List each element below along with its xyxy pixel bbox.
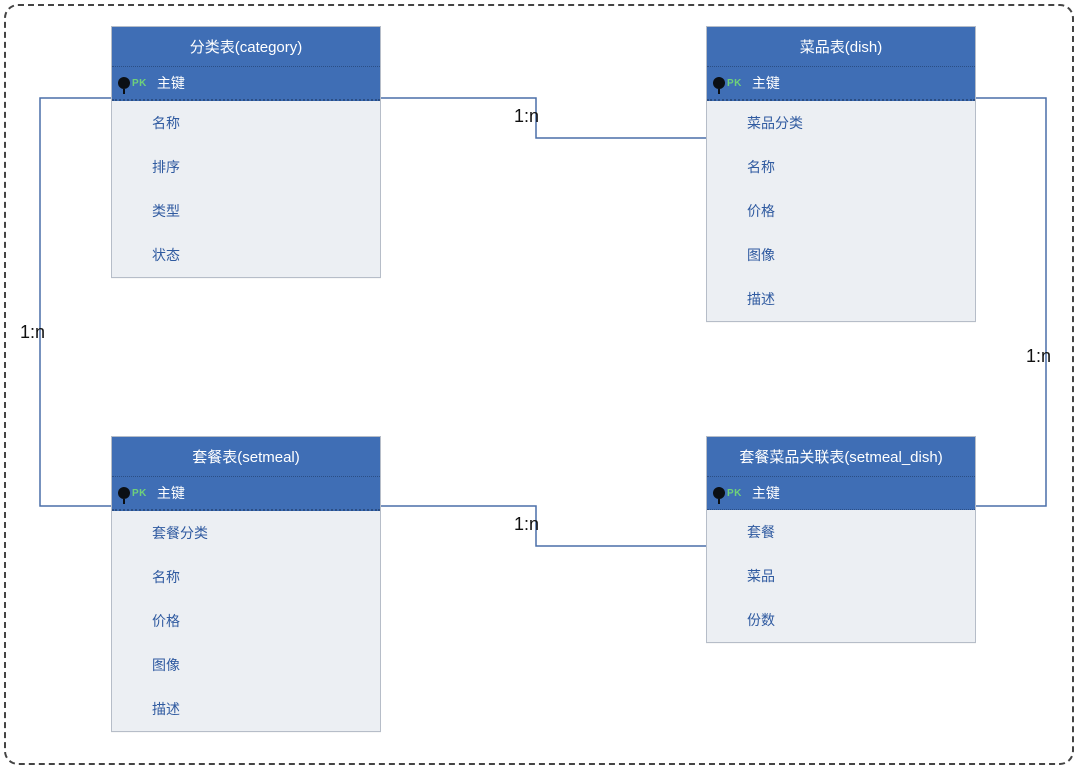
field: 类型: [112, 189, 380, 233]
field: 名称: [707, 145, 975, 189]
field: 图像: [112, 643, 380, 687]
field: 菜品分类: [707, 101, 975, 145]
field: 图像: [707, 233, 975, 277]
pk-badge: PK: [727, 488, 742, 499]
key-icon: [118, 487, 130, 499]
entity-title: 菜品表(dish): [707, 27, 975, 66]
entity-title: 套餐菜品关联表(setmeal_dish): [707, 437, 975, 476]
pk-row: PK 主键: [112, 66, 380, 101]
field: 描述: [112, 687, 380, 731]
pk-row: PK 主键: [112, 476, 380, 511]
field: 套餐分类: [112, 511, 380, 555]
key-icon: [713, 77, 725, 89]
field: 价格: [707, 189, 975, 233]
rel-label-left: 1:n: [20, 322, 45, 343]
entity-title: 分类表(category): [112, 27, 380, 66]
pk-row: PK 主键: [707, 66, 975, 101]
entity-dish: 菜品表(dish) PK 主键 菜品分类 名称 价格 图像 描述: [706, 26, 976, 322]
field: 名称: [112, 101, 380, 145]
field: 菜品: [707, 554, 975, 598]
field: 价格: [112, 599, 380, 643]
diagram-canvas: 分类表(category) PK 主键 名称 排序 类型 状态 菜品表(dish…: [4, 4, 1074, 765]
rel-label-right: 1:n: [1026, 346, 1051, 367]
field: 状态: [112, 233, 380, 277]
field: 名称: [112, 555, 380, 599]
entity-category: 分类表(category) PK 主键 名称 排序 类型 状态: [111, 26, 381, 278]
pk-field: 主键: [157, 483, 185, 503]
pk-field: 主键: [157, 73, 185, 93]
entity-setmeal: 套餐表(setmeal) PK 主键 套餐分类 名称 价格 图像 描述: [111, 436, 381, 732]
pk-badge: PK: [132, 78, 147, 89]
field: 描述: [707, 277, 975, 321]
pk-field: 主键: [752, 483, 780, 503]
pk-row: PK 主键: [707, 476, 975, 510]
entity-setmeal-dish: 套餐菜品关联表(setmeal_dish) PK 主键 套餐 菜品 份数: [706, 436, 976, 643]
field: 份数: [707, 598, 975, 642]
rel-label-top: 1:n: [514, 106, 539, 127]
entity-title: 套餐表(setmeal): [112, 437, 380, 476]
key-icon: [118, 77, 130, 89]
pk-badge: PK: [727, 78, 742, 89]
field: 排序: [112, 145, 380, 189]
rel-label-mid: 1:n: [514, 514, 539, 535]
field: 套餐: [707, 510, 975, 554]
key-icon: [713, 487, 725, 499]
pk-badge: PK: [132, 488, 147, 499]
pk-field: 主键: [752, 73, 780, 93]
